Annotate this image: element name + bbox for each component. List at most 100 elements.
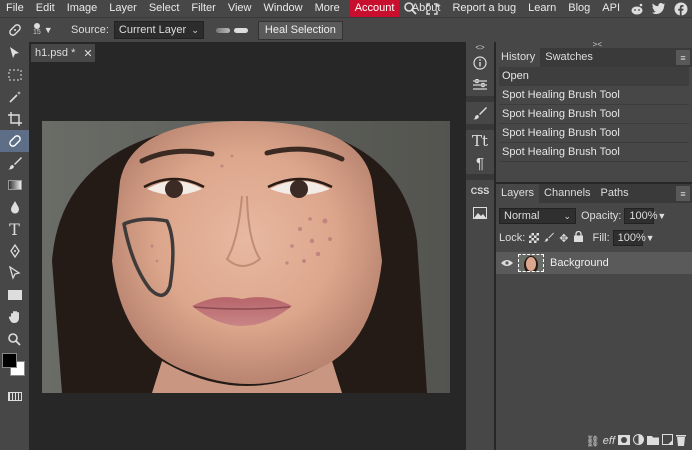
fill-label: Fill: bbox=[592, 232, 610, 244]
blend-opacity-row: Normal ⌄ Opacity: 100% ▼ bbox=[496, 206, 692, 226]
layers-panel: Layers Channels Paths ≡ Normal ⌄ Opacity… bbox=[496, 184, 692, 450]
history-item[interactable]: Spot Healing Brush Tool bbox=[499, 86, 689, 105]
close-icon[interactable]: ✕ bbox=[83, 47, 92, 60]
character-icon[interactable]: Tt bbox=[466, 130, 494, 152]
paragraph-icon[interactable]: ¶ bbox=[466, 152, 494, 174]
document-canvas[interactable] bbox=[42, 121, 450, 393]
menu-view[interactable]: View bbox=[222, 0, 258, 17]
history-panel: >< History Swatches ≡ Open Spot Healing … bbox=[496, 41, 692, 182]
visibility-eye-icon[interactable] bbox=[496, 259, 518, 267]
tab-layers[interactable]: Layers bbox=[496, 184, 540, 203]
opacity-input[interactable]: 100% bbox=[624, 208, 658, 224]
panel-menu-icon[interactable]: ≡ bbox=[676, 186, 690, 201]
link-icon[interactable]: ⛓ bbox=[586, 435, 600, 448]
image-icon[interactable] bbox=[466, 202, 494, 224]
brush-settings-icon[interactable] bbox=[466, 102, 494, 124]
menu-image[interactable]: Image bbox=[61, 0, 104, 17]
chevron-down-icon[interactable]: ▼ bbox=[646, 233, 655, 243]
twitter-icon[interactable] bbox=[648, 0, 670, 17]
tab-paths[interactable]: Paths bbox=[596, 184, 634, 203]
adjustment-layer-icon[interactable] bbox=[633, 434, 644, 448]
spot-healing-tool-icon bbox=[3, 19, 27, 41]
marquee-tool-icon[interactable] bbox=[0, 64, 29, 86]
brush-tool-icon[interactable] bbox=[0, 152, 29, 174]
history-item[interactable]: Spot Healing Brush Tool bbox=[499, 105, 689, 124]
brush-size-value: 15 bbox=[33, 29, 41, 36]
tab-history[interactable]: History bbox=[496, 48, 541, 67]
delete-layer-icon[interactable] bbox=[676, 434, 686, 449]
lock-move-icon[interactable]: ✥ bbox=[559, 232, 568, 245]
menu-bar: File Edit Image Layer Select Filter View… bbox=[0, 0, 692, 17]
blend-mode-dropdown[interactable]: Normal ⌄ bbox=[499, 208, 576, 224]
menu-filter[interactable]: Filter bbox=[185, 0, 221, 17]
menu-more[interactable]: More bbox=[309, 0, 346, 17]
lock-transparency-icon[interactable] bbox=[529, 233, 540, 243]
panel-icon-column: <> Tt ¶ CSS bbox=[466, 42, 494, 450]
zoom-tool-icon[interactable] bbox=[0, 328, 29, 350]
magic-wand-icon[interactable] bbox=[0, 86, 29, 108]
document-tab-title: h1.psd * bbox=[35, 47, 76, 59]
move-tool-icon[interactable] bbox=[0, 42, 29, 64]
menu-window[interactable]: Window bbox=[258, 0, 309, 17]
layer-row[interactable]: Background bbox=[496, 252, 692, 274]
info-icon[interactable] bbox=[466, 52, 494, 74]
blend-mode-value: Normal bbox=[504, 210, 540, 222]
chevron-down-icon[interactable]: ▼ bbox=[657, 211, 666, 221]
crop-tool-icon[interactable] bbox=[0, 108, 29, 130]
tools-panel: T bbox=[0, 42, 29, 450]
tab-swatches[interactable]: Swatches bbox=[540, 48, 598, 67]
layers-tabs: Layers Channels Paths ≡ bbox=[496, 184, 692, 203]
chevron-down-icon: ▼ bbox=[43, 25, 53, 35]
effects-button[interactable]: eff bbox=[603, 435, 615, 447]
shape-tool-icon[interactable] bbox=[0, 284, 29, 306]
options-bar: 15 ▼ Source: Current Layer ⌄ Heal Select… bbox=[0, 17, 692, 42]
type-tool-icon[interactable]: T bbox=[0, 218, 29, 240]
tab-channels[interactable]: Channels bbox=[539, 184, 595, 203]
opacity-value: 100% bbox=[629, 210, 658, 222]
lock-paint-icon[interactable] bbox=[544, 232, 555, 245]
reddit-icon[interactable] bbox=[626, 0, 648, 17]
adjustments-icon[interactable] bbox=[466, 74, 494, 96]
facebook-icon[interactable] bbox=[670, 0, 692, 17]
menu-learn[interactable]: Learn bbox=[522, 0, 562, 17]
lock-all-icon[interactable] bbox=[573, 230, 583, 245]
history-item[interactable]: Spot Healing Brush Tool bbox=[499, 124, 689, 143]
group-folder-icon[interactable] bbox=[647, 435, 659, 448]
healing-tool-icon[interactable] bbox=[0, 130, 29, 152]
hand-tool-icon[interactable] bbox=[0, 306, 29, 328]
history-tabs: History Swatches ≡ bbox=[496, 48, 692, 67]
panel-menu-icon[interactable]: ≡ bbox=[676, 50, 690, 65]
fill-input[interactable]: 100% bbox=[612, 230, 646, 246]
css-icon[interactable]: CSS bbox=[466, 180, 494, 202]
brush-hardness-icons[interactable] bbox=[215, 27, 248, 33]
gradient-tool-icon[interactable] bbox=[0, 174, 29, 196]
layers-footer: ⛓ eff bbox=[496, 432, 692, 450]
layer-thumbnail bbox=[518, 254, 544, 272]
foreground-color-swatch[interactable] bbox=[2, 353, 17, 368]
mask-icon[interactable] bbox=[618, 434, 630, 448]
path-select-icon[interactable] bbox=[0, 262, 29, 284]
document-tab[interactable]: h1.psd * ✕ bbox=[31, 44, 95, 62]
brush-size-picker[interactable]: 15 ▼ bbox=[33, 23, 57, 37]
menu-layer[interactable]: Layer bbox=[103, 0, 143, 17]
history-item[interactable]: Spot Healing Brush Tool bbox=[499, 143, 689, 162]
menu-report-bug[interactable]: Report a bug bbox=[446, 0, 522, 17]
source-dropdown[interactable]: Current Layer ⌄ bbox=[113, 21, 204, 39]
menu-about[interactable]: About bbox=[406, 0, 447, 17]
lock-label: Lock: bbox=[499, 232, 526, 244]
menu-blog[interactable]: Blog bbox=[562, 0, 596, 17]
keyboard-icon[interactable] bbox=[0, 385, 29, 407]
heal-selection-button[interactable]: Heal Selection bbox=[257, 20, 343, 40]
pen-tool-icon[interactable] bbox=[0, 240, 29, 262]
collapse-arrows-icon[interactable]: <> bbox=[466, 42, 494, 52]
menu-file[interactable]: File bbox=[0, 0, 30, 17]
history-item[interactable]: Open bbox=[499, 67, 689, 86]
new-layer-icon[interactable] bbox=[662, 434, 673, 448]
menu-edit[interactable]: Edit bbox=[30, 0, 61, 17]
blur-tool-icon[interactable] bbox=[0, 196, 29, 218]
menu-select[interactable]: Select bbox=[143, 0, 186, 17]
menu-api[interactable]: API bbox=[596, 0, 626, 17]
color-swatches[interactable] bbox=[0, 353, 29, 383]
layer-name[interactable]: Background bbox=[550, 257, 609, 269]
account-button[interactable]: Account bbox=[349, 0, 400, 17]
